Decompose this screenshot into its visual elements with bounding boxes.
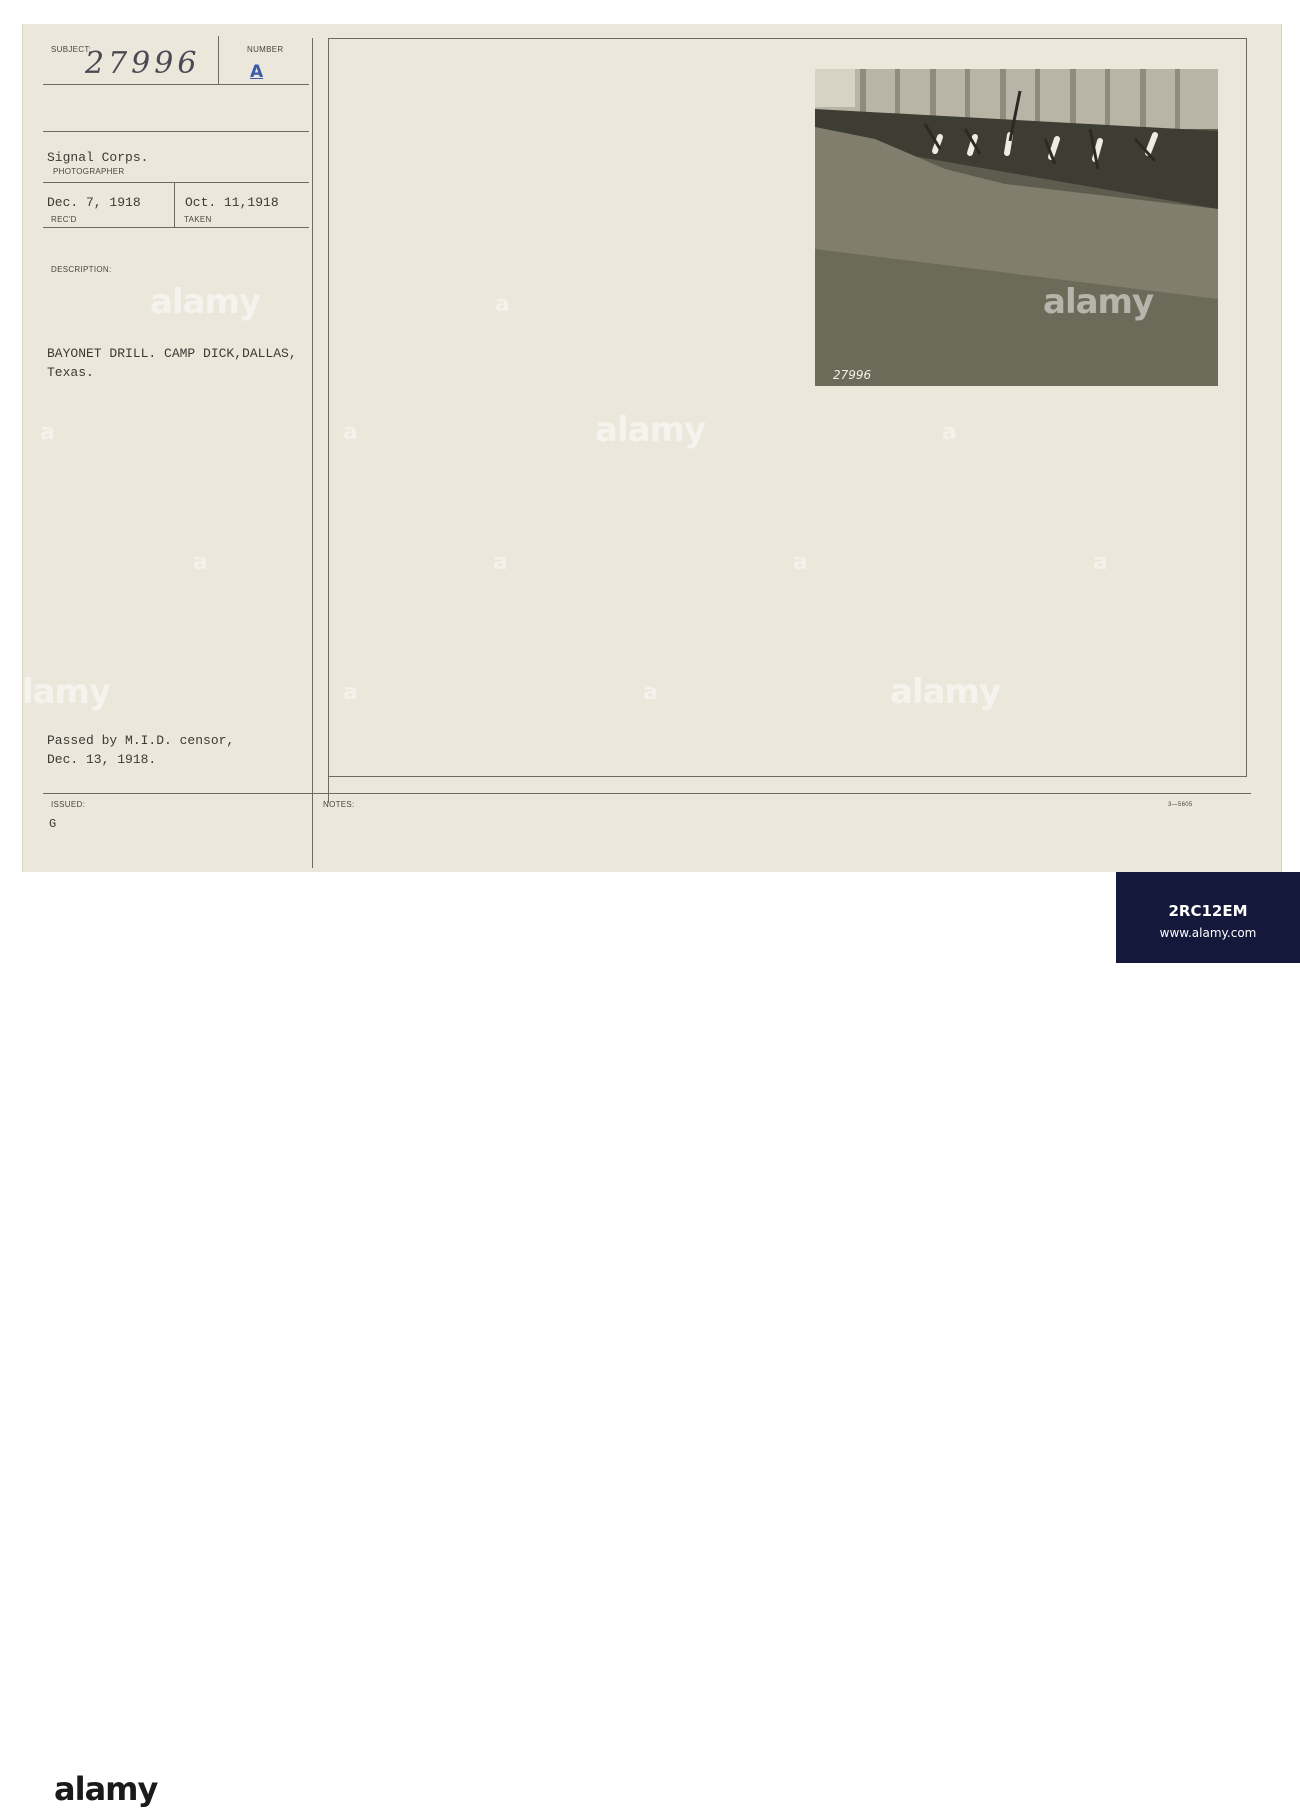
footer-image-id: 2RC12EM [1168,902,1248,920]
photo-frame-top [329,38,1247,39]
rule-below-dates [43,227,309,228]
watermark-mark-4: a [942,420,957,445]
photo-scene: 27996 [815,69,1218,386]
watermark-mark-3: a [343,420,358,445]
watermark-mark-6: a [493,550,508,575]
watermark-photo: alamy [1043,282,1154,322]
watermark-left: alamy [150,282,261,322]
taken-date: Oct. 11,1918 [185,195,279,210]
form-code: 3—5605 [1168,802,1193,808]
watermark-bottom-right: alamy [890,672,1001,712]
watermark-mark-5: a [193,550,208,575]
left-column-divider [312,38,313,868]
divider-recd-taken [174,183,175,228]
description-line-2: Texas. [47,365,94,380]
rule-above-issued-notes [43,793,1251,794]
censor-line-2: Dec. 13, 1918. [47,752,157,767]
footer-logo[interactable]: alamy [54,1770,158,1808]
watermark-bottom-left: alamy [0,672,111,712]
photographer-value: Signal Corps. [47,150,149,165]
footer-meta-panel: 2RC12EM www.alamy.com [1116,872,1300,963]
description-line-1: BAYONET DRILL. CAMP DICK,DALLAS, [47,346,297,361]
footer-band: alamy [0,872,1300,1808]
notes-label: NOTES: [323,800,355,809]
watermark-mark-8: a [1093,550,1108,575]
photo-frame-bottom [329,776,1247,777]
photographer-label: PHOTOGRAPHER [53,167,125,176]
received-label: REC'D [51,215,77,224]
watermark-mark-7: a [793,550,808,575]
watermark-center: alamy [595,410,706,450]
issued-value: G [49,817,57,831]
photo-frame-right [1246,38,1247,776]
photo-inscription: 27996 [833,368,872,382]
bayonet-drill-photograph: 27996 [815,69,1218,386]
rule-below-subject [43,84,309,85]
issued-label: ISSUED: [51,800,86,809]
rule-below-photographer [43,182,309,183]
watermark-mark-2: a [40,420,55,445]
number-label: NUMBER [247,45,284,54]
taken-label: TAKEN [184,215,212,224]
watermark-mark-9: a [343,680,358,705]
watermark-mark-1: a [495,292,510,317]
footer-site[interactable]: www.alamy.com [1116,926,1300,940]
number-stamp: A [250,62,264,82]
watermark-mark-10: a [643,680,658,705]
rule-above-photographer [43,131,309,132]
subject-number-handwritten: 27996 [85,46,201,81]
censor-line-1: Passed by M.I.D. censor, [47,733,235,748]
left-column-divider-inner [328,38,329,803]
received-date: Dec. 7, 1918 [47,195,141,210]
divider-subject-number [218,36,219,84]
description-label: DESCRIPTION: [51,265,112,274]
